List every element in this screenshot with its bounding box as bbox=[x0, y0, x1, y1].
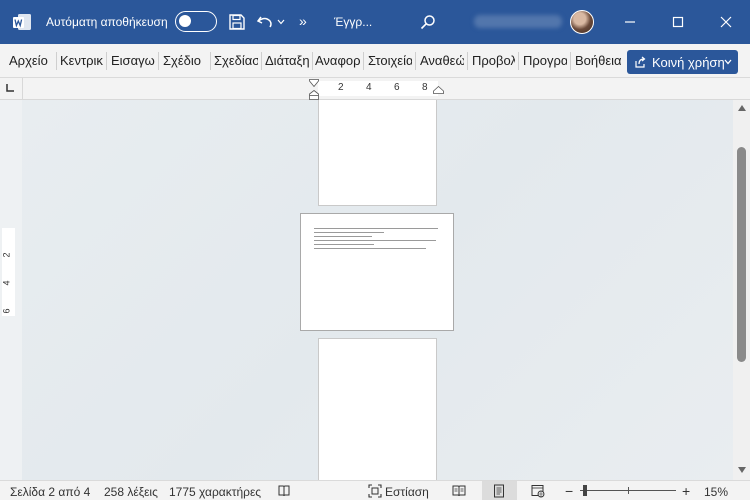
tab-developer[interactable]: Προγρα bbox=[523, 53, 567, 68]
document-name[interactable]: Έγγρ... bbox=[334, 15, 372, 29]
web-layout-icon[interactable] bbox=[531, 484, 545, 498]
horizontal-ruler[interactable]: 2 4 6 8 bbox=[318, 81, 438, 96]
avatar[interactable] bbox=[570, 10, 594, 34]
close-icon[interactable] bbox=[715, 11, 737, 33]
zoom-in-button[interactable]: + bbox=[682, 483, 690, 499]
save-icon[interactable] bbox=[226, 11, 248, 33]
ruler-divider bbox=[22, 78, 23, 100]
toggle-knob bbox=[179, 15, 191, 27]
read-mode-icon[interactable] bbox=[452, 484, 466, 498]
proofing-book-icon[interactable] bbox=[277, 484, 291, 498]
right-indent-marker[interactable] bbox=[433, 86, 444, 94]
page-count[interactable]: Σελίδα 2 από 4 bbox=[10, 485, 90, 499]
undo-icon[interactable] bbox=[254, 11, 276, 33]
tab-separator bbox=[210, 52, 211, 70]
tab-home[interactable]: Κεντρικ bbox=[60, 53, 103, 68]
tab-insert[interactable]: Εισαγω bbox=[111, 53, 155, 68]
character-count[interactable]: 1775 χαρακτήρες bbox=[169, 485, 261, 499]
text-line bbox=[314, 248, 426, 249]
tab-file[interactable]: Αρχείο bbox=[9, 53, 56, 68]
autosave-label: Αυτόματη αποθήκευση bbox=[46, 15, 168, 29]
status-bar: Σελίδα 2 από 4 258 λέξεις 1775 χαρακτήρε… bbox=[0, 480, 750, 500]
tab-references[interactable]: Αναφορ bbox=[315, 53, 360, 68]
share-button[interactable]: Κοινή χρήση bbox=[627, 50, 738, 74]
tab-separator bbox=[415, 52, 416, 70]
scrollbar-thumb[interactable] bbox=[737, 147, 746, 362]
ruler-number: 2 bbox=[338, 82, 344, 93]
tab-review[interactable]: Αναθεώ bbox=[420, 53, 464, 68]
document-page-2[interactable] bbox=[300, 213, 454, 331]
scroll-down-icon[interactable] bbox=[737, 466, 747, 474]
ruler-number: 4 bbox=[1, 280, 12, 286]
ruler-number: 2 bbox=[1, 252, 12, 258]
search-icon[interactable] bbox=[417, 11, 439, 33]
vertical-ruler[interactable]: 2 4 6 bbox=[2, 228, 15, 316]
text-line bbox=[314, 228, 438, 229]
scroll-up-icon[interactable] bbox=[737, 104, 747, 112]
tab-view[interactable]: Προβολ bbox=[472, 53, 515, 68]
tab-separator bbox=[363, 52, 364, 70]
first-line-indent-marker[interactable] bbox=[309, 79, 319, 87]
document-canvas[interactable] bbox=[22, 100, 733, 480]
tab-help[interactable]: Βοήθεια bbox=[575, 53, 621, 68]
tab-separator bbox=[56, 52, 57, 70]
account-name-blurred bbox=[474, 15, 562, 28]
zoom-slider-center-tick bbox=[628, 487, 629, 494]
undo-dropdown-icon[interactable] bbox=[274, 11, 288, 33]
document-page-1[interactable] bbox=[318, 100, 437, 206]
ruler-number: 4 bbox=[366, 82, 372, 93]
more-commands-button[interactable]: » bbox=[299, 13, 307, 29]
ruler-number: 6 bbox=[1, 308, 12, 314]
tab-separator bbox=[518, 52, 519, 70]
word-logo-icon bbox=[13, 14, 31, 30]
text-line bbox=[314, 232, 384, 233]
focus-button[interactable]: Εστίαση bbox=[385, 485, 429, 499]
tab-separator bbox=[312, 52, 313, 70]
tab-separator bbox=[467, 52, 468, 70]
document-page-3[interactable] bbox=[318, 338, 437, 480]
tab-stop-selector-icon[interactable] bbox=[5, 83, 15, 93]
text-line bbox=[314, 240, 436, 241]
share-icon bbox=[635, 56, 646, 68]
tab-separator bbox=[570, 52, 571, 70]
tab-mailings[interactable]: Στοιχεία bbox=[368, 53, 412, 68]
tab-separator bbox=[261, 52, 262, 70]
tab-layout[interactable]: Διάταξη bbox=[265, 53, 309, 68]
text-line bbox=[314, 236, 372, 237]
tab-separator bbox=[106, 52, 107, 70]
focus-icon[interactable] bbox=[368, 484, 382, 498]
word-count[interactable]: 258 λέξεις bbox=[104, 485, 158, 499]
ruler-number: 8 bbox=[422, 82, 428, 93]
text-line bbox=[314, 244, 374, 245]
share-label: Κοινή χρήση bbox=[652, 54, 725, 70]
minimize-icon[interactable] bbox=[619, 11, 641, 33]
maximize-icon[interactable] bbox=[667, 11, 689, 33]
autosave-toggle[interactable] bbox=[175, 11, 217, 32]
print-layout-icon[interactable] bbox=[492, 484, 506, 498]
tab-draw[interactable]: Σχέδιο bbox=[163, 53, 208, 68]
zoom-slider-thumb[interactable] bbox=[582, 485, 587, 496]
ruler-number: 6 bbox=[394, 82, 400, 93]
title-bar: Αυτόματη αποθήκευση » Έγγρ... bbox=[0, 0, 750, 44]
left-indent-marker[interactable] bbox=[309, 90, 319, 100]
zoom-level[interactable]: 15% bbox=[704, 485, 728, 499]
tab-design[interactable]: Σχεδίασ bbox=[214, 53, 258, 68]
chevron-down-icon bbox=[724, 59, 732, 65]
tab-separator bbox=[158, 52, 159, 70]
zoom-out-button[interactable]: − bbox=[565, 483, 573, 499]
